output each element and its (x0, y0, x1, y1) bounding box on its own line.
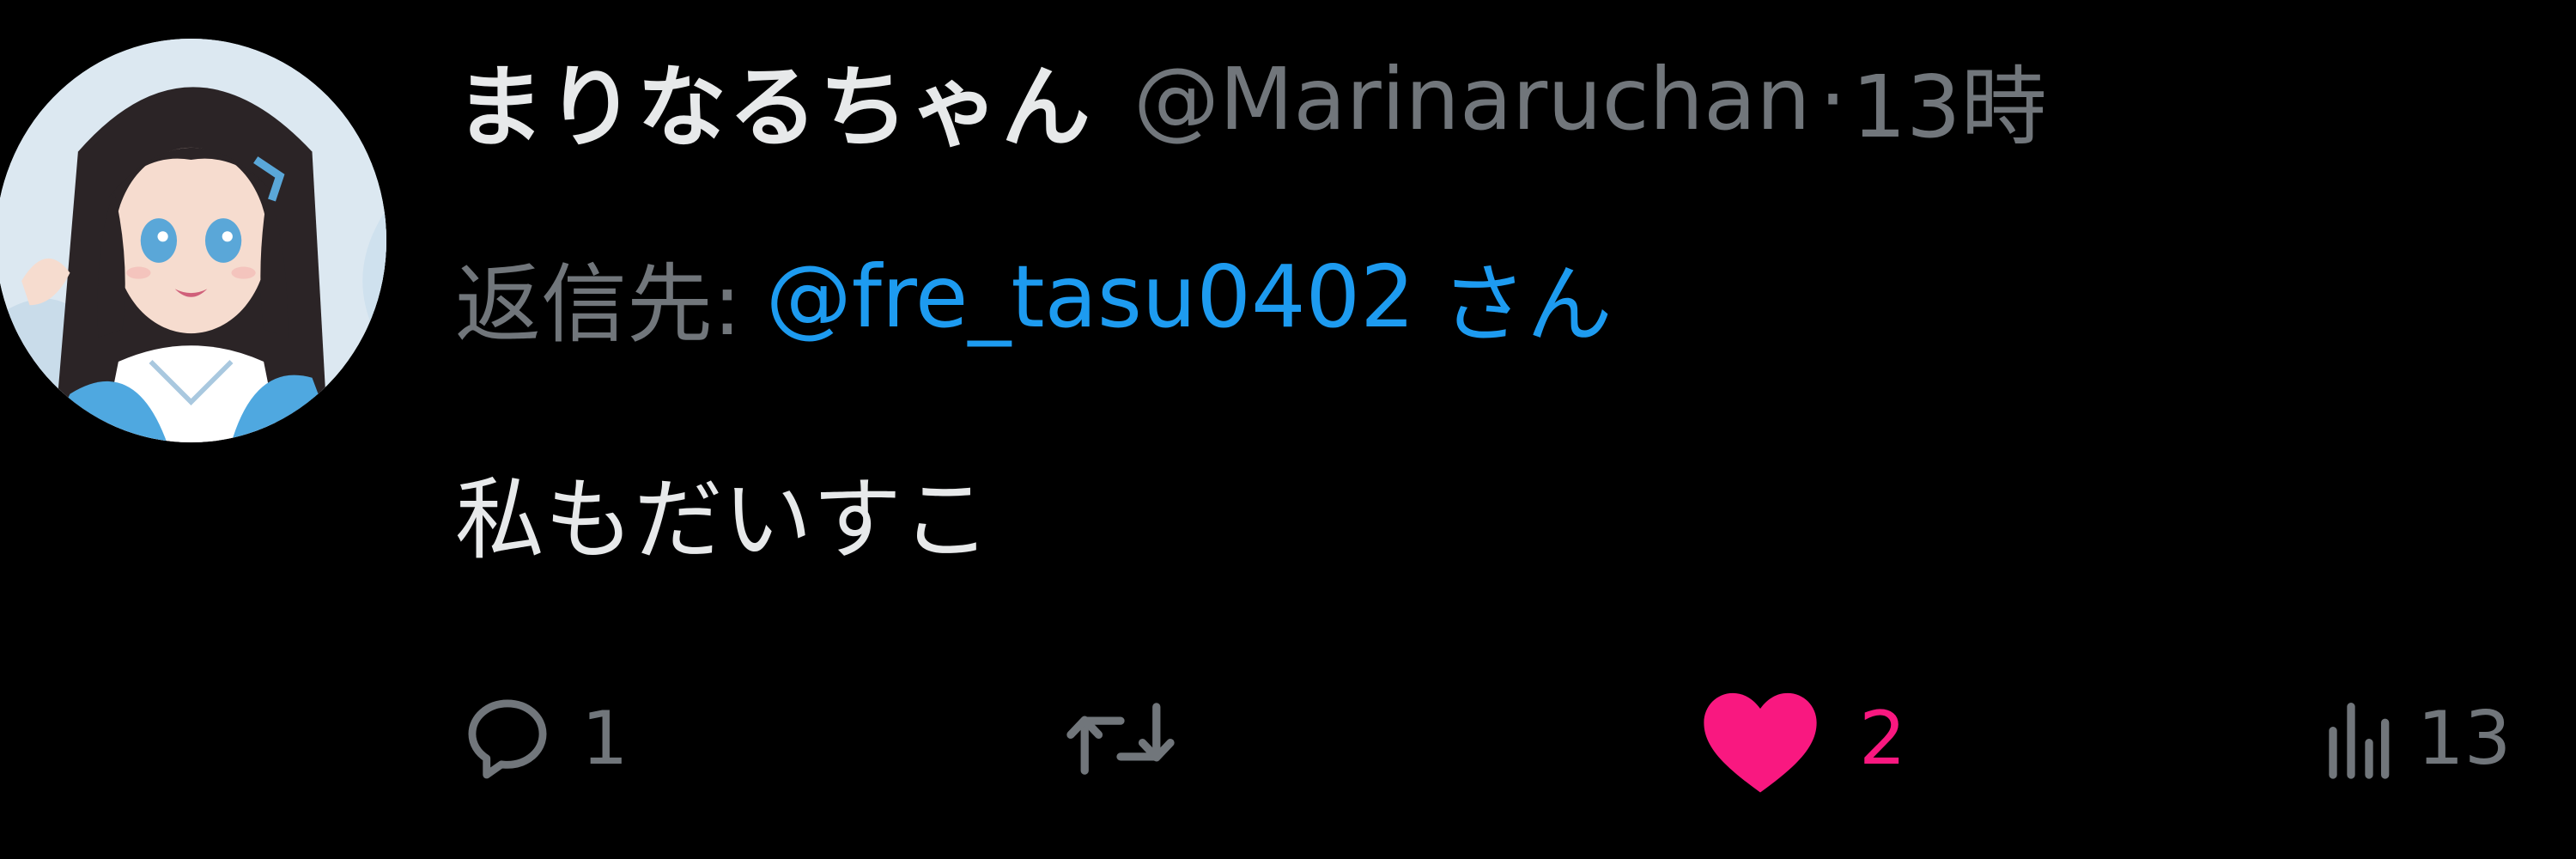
tweet-header: まりなるちゃん @Marinaruchan · 13時 (455, 34, 2047, 163)
avatar[interactable] (0, 39, 386, 442)
tweet-text: 私もだいすこ (455, 466, 992, 572)
views-button[interactable]: 13 (2323, 679, 2511, 799)
author-display-name[interactable]: まりなるちゃん (455, 34, 1092, 164)
reply-count: 1 (581, 696, 629, 782)
retweet-arrows-icon (1065, 691, 1176, 787)
retweet-button[interactable] (1065, 679, 1202, 799)
heart-filled-icon (1696, 679, 1825, 799)
avatar-illustration (0, 39, 386, 442)
like-count: 2 (1859, 696, 1906, 782)
tweet-timestamp[interactable]: 13時 (1851, 37, 2046, 161)
like-button[interactable]: 2 (1696, 679, 1906, 799)
reply-button[interactable]: 1 (459, 679, 629, 799)
reply-to-line: 返信先: @fre_tasu0402 さん (455, 232, 1613, 361)
author-handle[interactable]: @Marinaruchan (1133, 49, 1811, 149)
reply-to-honorific[interactable]: さん (1441, 235, 1613, 359)
reply-to-handle-link[interactable]: @fre_tasu0402 (766, 247, 1415, 347)
view-count: 13 (2417, 696, 2512, 782)
reply-to-label: 返信先: (455, 253, 742, 355)
bar-chart-icon (2323, 691, 2391, 787)
speech-bubble-icon (459, 691, 556, 787)
separator-dot: · (1819, 48, 1847, 149)
tweet-actions: 1 2 13 (0, 679, 2576, 799)
